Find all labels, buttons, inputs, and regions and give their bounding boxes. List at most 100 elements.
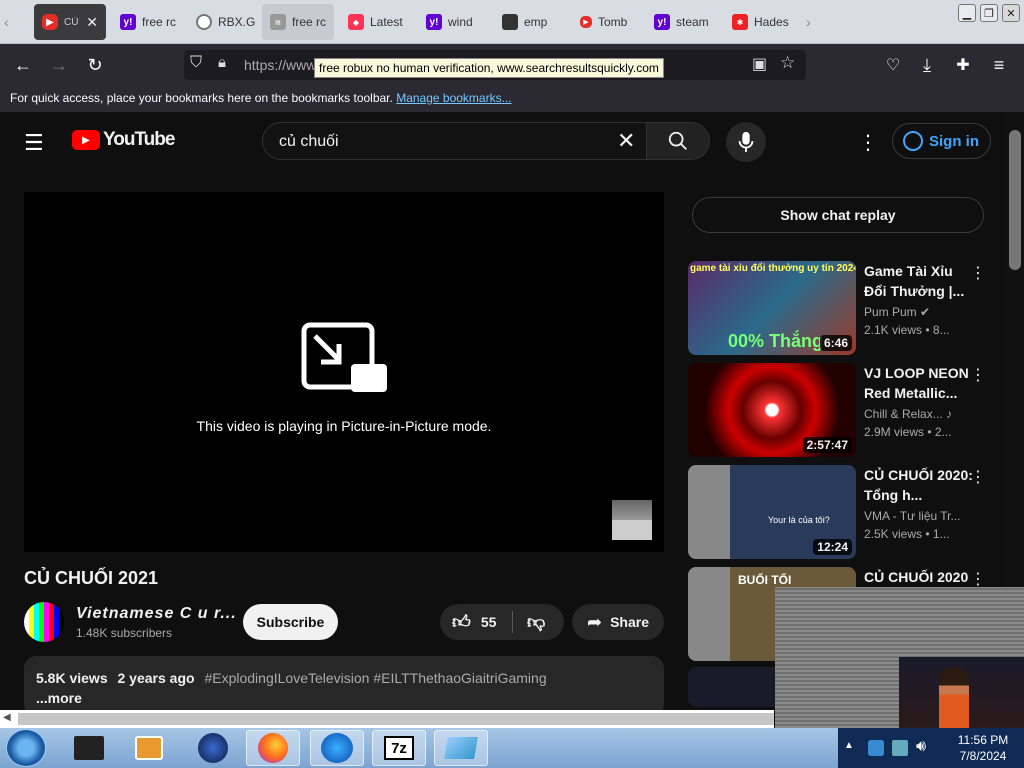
more-actions-icon[interactable]: ⋮: [970, 263, 986, 283]
share-button[interactable]: ➦ Share: [572, 604, 664, 640]
taskbar-player-icon[interactable]: [122, 730, 176, 766]
sign-in-label: Sign in: [929, 132, 979, 150]
tray-app-icon[interactable]: [868, 740, 884, 756]
settings-more-icon[interactable]: ⋮: [858, 130, 878, 155]
video-thumbnail-mini[interactable]: [612, 500, 652, 540]
video-thumbnail[interactable]: Your là của tôi? 12:24: [688, 465, 856, 559]
tab-emp[interactable]: emp: [494, 4, 568, 40]
taskbar-clock[interactable]: 11:56 PM 7/8/2024: [948, 732, 1018, 764]
share-icon: ➦: [586, 611, 603, 632]
tab-latest[interactable]: ◆ Latest: [340, 4, 414, 40]
subscriber-count: 1.48K subscribers: [76, 626, 173, 640]
tab-free-robux[interactable]: y! free rc: [112, 4, 184, 40]
taskbar-network-icon[interactable]: [186, 730, 240, 766]
reader-mode-icon[interactable]: ▣: [752, 54, 767, 74]
url-text: https://www: [244, 57, 317, 73]
video-thumbnail[interactable]: game tài xỉu đổi thưởng uy tín 2024 00% …: [688, 261, 856, 355]
tab-scroll-left[interactable]: ‹: [4, 14, 9, 30]
start-button-icon[interactable]: [6, 729, 46, 767]
taskbar-media-player-icon[interactable]: [62, 730, 116, 766]
show-more-link[interactable]: ...more: [36, 690, 82, 706]
like-button[interactable]: 👍︎ 55: [440, 611, 512, 633]
downloads-icon[interactable]: ⤓: [914, 52, 940, 78]
voice-search-button[interactable]: [726, 122, 766, 162]
forward-icon[interactable]: →: [46, 52, 72, 78]
hamburger-menu-icon[interactable]: ☰: [24, 130, 44, 156]
tab-hades[interactable]: ✱ Hades: [724, 4, 800, 40]
recommendation-stats: 2.5K views • 1...: [864, 527, 950, 541]
recommendation-item[interactable]: game tài xỉu đổi thưởng uy tín 2024 00% …: [688, 261, 1004, 355]
channel-avatar[interactable]: [24, 602, 64, 642]
clock-date: 7/8/2024: [959, 749, 1007, 763]
pocket-icon[interactable]: ♡: [880, 52, 906, 78]
taskbar-app-icon[interactable]: [434, 730, 488, 766]
recommendation-channel: Chill & Relax... ♪: [864, 407, 974, 421]
tab-tomb[interactable]: ▶ Tomb: [572, 4, 644, 40]
tab-label: emp: [524, 15, 548, 29]
scrollbar-thumb[interactable]: [1009, 130, 1021, 270]
bookmark-star-icon[interactable]: ☆: [780, 53, 795, 73]
search-query: củ chuối: [279, 133, 339, 150]
youtube-logo[interactable]: ▶ YouTube: [72, 129, 175, 151]
tab-steam[interactable]: y! steam: [646, 4, 722, 40]
video-player[interactable]: This video is playing in Picture-in-Pict…: [24, 192, 664, 552]
like-dislike-group: 👍︎ 55 👎︎: [440, 604, 564, 640]
tab-label: free rc: [292, 15, 327, 29]
tab-close-icon[interactable]: ✕: [86, 14, 98, 31]
tab-search-results[interactable]: ▤ free rc: [262, 4, 334, 40]
youtube-play-icon: ▶: [72, 130, 100, 150]
recommendation-item[interactable]: Your là của tôi? 12:24 CỦ CHUỐI 2020: Tổ…: [688, 465, 1004, 559]
extensions-icon[interactable]: ✚: [950, 52, 976, 78]
more-actions-icon[interactable]: ⋮: [970, 467, 986, 487]
pip-message: This video is playing in Picture-in-Pict…: [196, 418, 492, 434]
hashtags[interactable]: #ExplodingILoveTelevision #EILTThethaoGi…: [204, 670, 546, 686]
back-icon[interactable]: ←: [10, 52, 36, 78]
video-duration: 2:57:47: [802, 437, 852, 453]
clear-search-icon[interactable]: ✕: [617, 128, 635, 154]
dislike-button[interactable]: 👎︎: [513, 611, 545, 633]
more-actions-icon[interactable]: ⋮: [970, 365, 986, 385]
video-thumbnail[interactable]: 2:57:47: [688, 363, 856, 457]
search-button[interactable]: [646, 122, 710, 160]
recommendation-item[interactable]: 2:57:47 VJ LOOP NEON Red Metallic... Chi…: [688, 363, 1004, 457]
taskbar-7zip-icon[interactable]: 7z: [372, 730, 426, 766]
manage-bookmarks-link[interactable]: Manage bookmarks...: [396, 91, 511, 105]
show-chat-replay-button[interactable]: Show chat replay: [692, 197, 984, 233]
shield-icon[interactable]: ⛉: [190, 54, 202, 72]
channel-name[interactable]: Vietnamese C u r...: [76, 605, 237, 623]
microphone-icon: [738, 131, 754, 153]
tab-wind[interactable]: y! wind: [418, 4, 490, 40]
network-tray-icon[interactable]: [892, 740, 908, 756]
close-window-icon[interactable]: ✕: [1002, 4, 1020, 22]
taskbar-firefox-icon[interactable]: [246, 730, 300, 766]
horizontal-scrollbar-thumb[interactable]: [18, 713, 774, 725]
recommendation-title: CỦ CHUỐI 2020: Tổng h...: [864, 467, 973, 503]
thumbs-down-icon: 👎︎: [527, 612, 546, 632]
share-label: Share: [610, 614, 649, 630]
menu-icon[interactable]: ≡: [986, 52, 1012, 78]
tab-label: Latest: [370, 15, 403, 29]
recommendation-stats: 2.1K views • 8...: [864, 323, 950, 337]
search-input[interactable]: củ chuối ✕: [262, 122, 648, 160]
description-box[interactable]: 5.8K views 2 years ago #ExplodingILoveTe…: [24, 656, 664, 716]
thumb-caption-secondary: 00% Thắng: [728, 331, 824, 351]
reload-icon[interactable]: ↻: [82, 52, 108, 78]
tab-rbx[interactable]: RBX.G: [188, 4, 258, 40]
bookmarks-toolbar: For quick access, place your bookmarks h…: [0, 86, 1024, 112]
scroll-left-arrow-icon[interactable]: ◀: [3, 712, 11, 723]
restore-icon[interactable]: ❐: [980, 4, 998, 22]
tab-scroll-right[interactable]: ›: [806, 14, 811, 30]
sign-in-button[interactable]: Sign in: [892, 123, 991, 159]
minimize-icon[interactable]: ▁: [958, 4, 976, 22]
subscribe-button[interactable]: Subscribe: [243, 604, 338, 640]
horizontal-scrollbar[interactable]: ◀: [0, 710, 774, 728]
taskbar-malwarebytes-icon[interactable]: [310, 730, 364, 766]
lock-icon[interactable]: 🔒︎: [218, 54, 226, 71]
music-note-icon: ♪: [946, 407, 953, 421]
more-actions-icon[interactable]: ⋮: [970, 569, 986, 589]
show-hidden-icons-icon[interactable]: ▲: [844, 740, 854, 751]
picture-in-picture-window[interactable]: [775, 587, 1024, 728]
volume-tray-icon[interactable]: 🔊︎: [916, 738, 926, 756]
verified-icon: ✔: [920, 305, 931, 319]
tab-cu-chuoi[interactable]: ▶ CỦ PICT ✕: [34, 4, 106, 40]
